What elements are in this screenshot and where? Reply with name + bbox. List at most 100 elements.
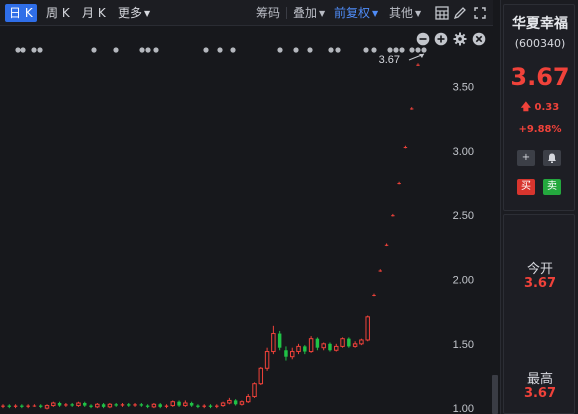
zoom-in-icon[interactable] — [434, 31, 448, 46]
candle — [215, 404, 219, 409]
expand-icon[interactable] — [472, 5, 488, 21]
settings-gear-icon[interactable] — [453, 31, 467, 46]
event-marker-dot[interactable] — [371, 47, 377, 53]
event-marker-dot[interactable] — [363, 47, 369, 53]
event-marker-dot[interactable] — [328, 47, 334, 53]
candle-body — [321, 343, 326, 349]
event-marker-dot[interactable] — [145, 47, 151, 53]
candle — [308, 336, 314, 353]
last-price-tag: 3.67 — [379, 53, 425, 66]
kline-chart[interactable]: 3.50 3.00 2.50 2.00 1.50 1.00 3.67 — [0, 27, 493, 414]
candle-body — [208, 405, 213, 407]
event-marker-dot[interactable] — [387, 47, 393, 53]
candle — [83, 401, 87, 407]
arrow-up-icon: 🡅 — [520, 102, 532, 113]
add-watchlist-button[interactable]: + — [517, 150, 535, 166]
candle — [245, 393, 251, 403]
y-tick-label: 3.00 — [453, 146, 474, 158]
event-marker-dot[interactable] — [203, 47, 209, 53]
event-marker-dot[interactable] — [37, 47, 43, 53]
price-alert-button[interactable] — [543, 150, 561, 166]
close-icon[interactable] — [472, 31, 486, 46]
candle — [315, 337, 320, 351]
price-change-percent: +9.88% — [518, 124, 562, 135]
zoom-out-icon[interactable] — [416, 31, 430, 46]
candle — [277, 330, 282, 351]
chevron-down-icon: ▼ — [144, 9, 151, 18]
period-more-button[interactable]: 更多 ▼ — [114, 4, 154, 22]
bell-icon — [548, 153, 556, 163]
candle-body — [416, 64, 420, 66]
candle-body — [290, 351, 295, 358]
candle-body — [57, 402, 62, 406]
candle-body — [372, 294, 376, 296]
event-marker-dot[interactable] — [15, 47, 21, 53]
candle — [202, 404, 206, 409]
candle-body — [258, 367, 264, 385]
event-marker-dot[interactable] — [31, 47, 37, 53]
event-marker-dot[interactable] — [307, 47, 313, 53]
candle — [51, 401, 56, 407]
candle-body — [64, 404, 68, 406]
event-marker-dot[interactable] — [415, 47, 421, 53]
candle — [321, 342, 326, 351]
chevron-down-icon: ▼ — [415, 9, 422, 18]
layout-grid-icon[interactable] — [434, 5, 450, 21]
event-marker-dot[interactable] — [409, 47, 415, 53]
candle — [170, 400, 176, 407]
candle — [352, 341, 358, 348]
event-marker-dot[interactable] — [20, 47, 26, 53]
candle-body — [70, 404, 74, 406]
candle-body — [7, 405, 12, 407]
other-button[interactable]: 其他 ▼ — [389, 4, 421, 22]
event-marker-dot[interactable] — [230, 47, 236, 53]
period-month-button[interactable]: 月 K — [78, 4, 110, 22]
candle-body — [397, 183, 401, 185]
candle — [391, 213, 395, 217]
candle — [164, 404, 169, 409]
candle — [70, 402, 74, 407]
event-marker-dot[interactable] — [335, 47, 341, 53]
plus-icon: + — [521, 152, 531, 163]
candle-body — [133, 404, 137, 406]
candle-body — [170, 401, 176, 407]
candle — [378, 269, 383, 272]
draw-pen-icon[interactable] — [452, 5, 468, 21]
period-more-label: 更多 — [118, 6, 143, 20]
event-marker-dot[interactable] — [293, 47, 299, 53]
candle-body — [359, 339, 364, 345]
candle — [20, 404, 24, 409]
period-week-button[interactable]: 周 K — [42, 4, 74, 22]
overlay-button[interactable]: 叠加 ▼ — [293, 4, 325, 22]
event-marker-dot[interactable] — [91, 47, 97, 53]
forward-adjust-button[interactable]: 前复权 ▼ — [334, 4, 378, 22]
last-price-label: 3.67 — [379, 54, 400, 66]
candle — [158, 402, 162, 409]
sell-button[interactable]: 卖 — [543, 179, 561, 195]
candle-body — [44, 405, 50, 409]
forward-adjust-label: 前复权 — [334, 6, 371, 20]
event-marker-dot[interactable] — [113, 47, 119, 53]
chips-button[interactable]: 筹码 — [256, 4, 280, 22]
candle — [139, 402, 144, 407]
event-marker-dot[interactable] — [217, 47, 223, 53]
candle — [409, 107, 414, 110]
event-marker-dot[interactable] — [399, 47, 405, 53]
event-marker-dot[interactable] — [277, 47, 283, 53]
candle — [114, 402, 118, 407]
event-marker-dot[interactable] — [393, 47, 399, 53]
event-marker-dot[interactable] — [421, 47, 427, 53]
candle — [271, 325, 276, 355]
candle-body — [264, 351, 270, 369]
event-marker-dot[interactable] — [139, 47, 145, 53]
buy-button[interactable]: 买 — [517, 179, 535, 195]
event-marker-dot[interactable] — [153, 47, 159, 53]
candle-body — [391, 215, 395, 217]
period-day-button[interactable]: 日 K — [5, 4, 37, 22]
candle — [7, 404, 12, 409]
candle — [38, 404, 43, 409]
stats-card: 今开 3.67 最高 3.67 — [503, 214, 575, 414]
y-tick-label: 1.50 — [453, 339, 474, 351]
chart-scrollbar[interactable] — [492, 375, 498, 414]
candle-body — [384, 244, 389, 246]
